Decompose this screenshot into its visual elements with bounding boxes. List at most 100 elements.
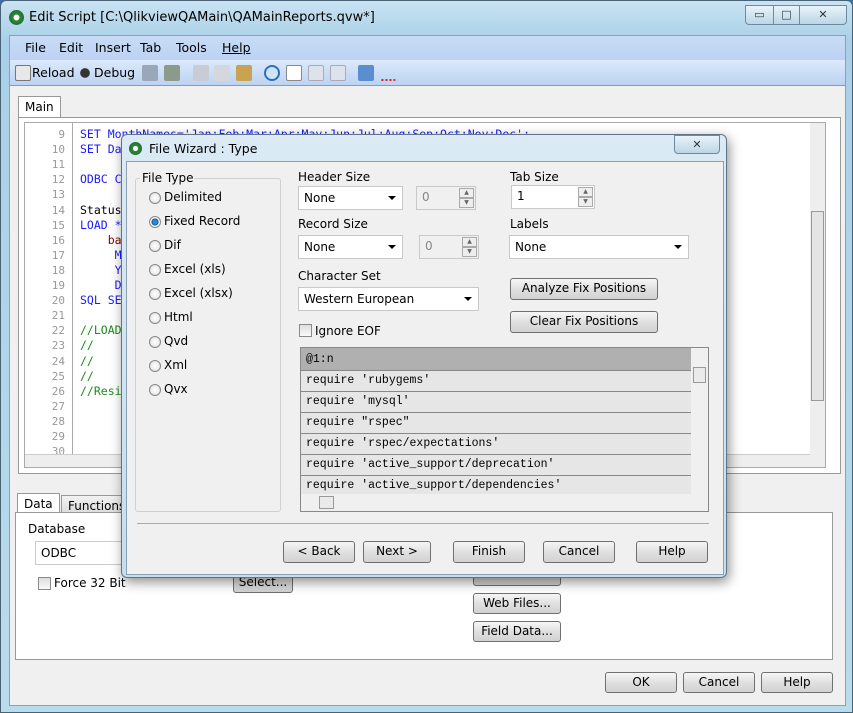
editor-vertical-scrollbar[interactable] <box>810 123 825 455</box>
header-size-select[interactable]: None <box>298 186 403 210</box>
next-button[interactable]: Next > <box>363 541 431 563</box>
file-type-option-label[interactable]: Xml <box>164 358 187 372</box>
database-select[interactable]: ODBC <box>35 541 125 565</box>
grid-row[interactable]: require 'active_support/deprecation' <box>301 455 692 476</box>
back-button[interactable]: < Back <box>283 541 355 563</box>
code-line[interactable]: // <box>80 354 94 368</box>
file-type-radio[interactable] <box>149 384 161 396</box>
search-icon[interactable] <box>264 65 280 81</box>
line-number: 26 <box>51 384 65 398</box>
folder-icon[interactable] <box>286 65 302 81</box>
grid-row[interactable]: require 'rspec/expectations' <box>301 434 692 455</box>
file-type-option-label[interactable]: Dif <box>164 238 181 252</box>
code-line[interactable]: Status <box>80 203 122 217</box>
print-icon[interactable] <box>164 65 180 81</box>
cut-icon[interactable] <box>193 65 209 81</box>
copy-icon[interactable] <box>214 65 230 81</box>
web-files-button[interactable]: Web Files... <box>473 593 561 614</box>
record-size-label: Record Size <box>298 217 368 231</box>
grid-header[interactable]: @1:n <box>301 348 692 371</box>
file-type-option-label[interactable]: Delimited <box>164 190 222 204</box>
grid-row[interactable]: require "rspec" <box>301 413 692 434</box>
character-set-select[interactable]: Western European <box>298 287 479 311</box>
line-number: 12 <box>51 173 65 187</box>
record-size-select[interactable]: None <box>298 235 403 259</box>
tab-data[interactable]: Data <box>17 493 60 513</box>
ok-button[interactable]: OK <box>605 672 677 693</box>
dialog-help-button[interactable]: Help <box>636 541 708 563</box>
file-type-option-label[interactable]: Excel (xls) <box>164 262 226 276</box>
code-line[interactable]: // <box>80 338 94 352</box>
grid-hscroll-thumb[interactable] <box>319 496 334 509</box>
preview-grid[interactable]: @1:n require 'rubygems' require 'mysql' re… <box>300 347 709 512</box>
menu-insert[interactable]: Insert <box>95 40 131 55</box>
reload-button[interactable]: Reload <box>32 65 75 80</box>
clear-fix-positions-button[interactable]: Clear Fix Positions <box>510 311 658 333</box>
maximize-button[interactable]: □ <box>773 5 800 25</box>
code-line[interactable]: // <box>80 369 94 383</box>
grid-row[interactable]: require 'mysql' <box>301 392 692 413</box>
file-type-radio[interactable] <box>149 336 161 348</box>
dialog-close-button[interactable]: ✕ <box>674 135 720 154</box>
tab-size-spinner[interactable]: 1 ▲ ▼ <box>511 185 595 209</box>
syntax-check-icon[interactable] <box>380 65 396 81</box>
menu-file[interactable]: File <box>25 40 46 55</box>
debug-button[interactable]: Debug <box>94 65 135 80</box>
indent-icon[interactable] <box>330 65 346 81</box>
grid-row[interactable]: require 'rubygems' <box>301 371 692 392</box>
file-type-option-label[interactable]: Qvx <box>164 382 188 396</box>
force-32-bit-checkbox[interactable] <box>38 577 51 590</box>
ignore-eof-label: Ignore EOF <box>315 324 381 338</box>
code-line[interactable]: D <box>80 278 122 292</box>
line-number: 10 <box>51 143 65 157</box>
analyze-fix-positions-button[interactable]: Analyze Fix Positions <box>510 278 658 300</box>
save-icon[interactable] <box>142 65 158 81</box>
file-type-radio[interactable] <box>149 192 161 204</box>
labels-select[interactable]: None <box>509 235 689 259</box>
finish-button[interactable]: Finish <box>453 541 525 563</box>
file-type-radio[interactable] <box>149 216 161 228</box>
file-type-option-label[interactable]: Fixed Record <box>164 214 240 228</box>
code-line[interactable]: LOAD * <box>80 218 122 232</box>
code-line[interactable]: SQL SE <box>80 293 122 307</box>
close-button[interactable]: ✕ <box>799 5 847 25</box>
file-type-radio[interactable] <box>149 288 161 300</box>
line-number: 17 <box>51 248 65 262</box>
menu-tools[interactable]: Tools <box>176 40 207 55</box>
header-size-spinner[interactable]: 0 ▲ ▼ <box>416 186 476 210</box>
dialog-cancel-button[interactable]: Cancel <box>543 541 615 563</box>
grid-vscroll-thumb[interactable] <box>693 367 706 383</box>
outdent-icon[interactable] <box>308 65 324 81</box>
grid-vertical-scrollbar[interactable] <box>691 348 708 495</box>
file-type-option-label[interactable]: Excel (xlsx) <box>164 286 233 300</box>
code-line[interactable]: //Resi <box>80 384 122 398</box>
table-viewer-icon[interactable] <box>358 65 374 81</box>
record-size-spinner[interactable]: 0 ▲ ▼ <box>419 235 479 259</box>
file-type-radio[interactable] <box>149 264 161 276</box>
ignore-eof-checkbox[interactable] <box>299 324 312 337</box>
help-button[interactable]: Help <box>761 672 833 693</box>
minimize-button[interactable]: ▭ <box>745 5 774 25</box>
file-type-radio[interactable] <box>149 240 161 252</box>
code-line[interactable]: ba <box>80 233 122 247</box>
file-type-option-label[interactable]: Qvd <box>164 334 188 348</box>
menu-edit[interactable]: Edit <box>59 40 83 55</box>
code-line[interactable]: M <box>80 248 122 262</box>
qlikview-logo-icon <box>9 10 24 25</box>
grid-horizontal-scrollbar[interactable] <box>301 494 692 511</box>
file-type-radio[interactable] <box>149 312 161 324</box>
code-line[interactable]: Y <box>80 263 122 277</box>
file-type-radio[interactable] <box>149 360 161 372</box>
file-type-option-label[interactable]: Html <box>164 310 193 324</box>
field-data-button[interactable]: Field Data... <box>473 621 561 642</box>
line-number: 25 <box>51 369 65 383</box>
menu-tab[interactable]: Tab <box>140 40 161 55</box>
menu-help[interactable]: Help <box>222 40 251 55</box>
code-line[interactable]: //LOAD <box>80 323 122 337</box>
paste-icon[interactable] <box>236 65 252 81</box>
line-number: 27 <box>51 399 65 413</box>
tab-main[interactable]: Main <box>18 96 61 118</box>
code-line[interactable]: SET Da <box>80 142 122 156</box>
cancel-button[interactable]: Cancel <box>683 672 755 693</box>
code-line[interactable]: ODBC C <box>80 172 122 186</box>
